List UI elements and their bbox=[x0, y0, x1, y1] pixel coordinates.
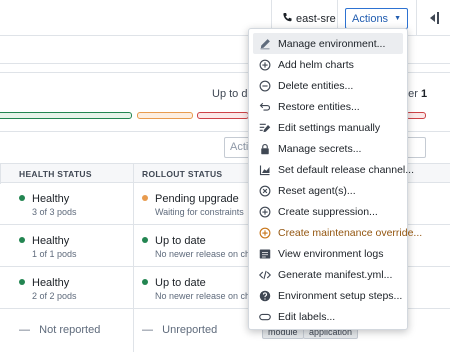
add-circle-icon bbox=[259, 206, 271, 218]
divider bbox=[133, 267, 134, 309]
menu-item-generate-manifest[interactable]: Generate manifest.yml... bbox=[253, 264, 403, 285]
dash-icon: — bbox=[142, 324, 163, 336]
menu-item-environment-setup-steps[interactable]: Environment setup steps... bbox=[253, 285, 403, 306]
add-circle-icon bbox=[259, 59, 271, 71]
edit-settings-icon bbox=[259, 122, 271, 134]
code-icon bbox=[259, 269, 271, 281]
rollout-cell: — Unreported bbox=[142, 324, 218, 336]
dash-icon: — bbox=[19, 324, 40, 336]
menu-item-add-helm-charts[interactable]: Add helm charts bbox=[253, 54, 403, 75]
actions-button[interactable]: Actions ▼ bbox=[345, 8, 408, 29]
menu-item-create-maintenance-override[interactable]: Create maintenance override... bbox=[253, 222, 422, 243]
menu-item-edit-labels[interactable]: Edit labels... bbox=[253, 306, 403, 327]
channel-icon bbox=[259, 164, 271, 176]
status-bar-error bbox=[197, 112, 249, 119]
status-bar-error-2 bbox=[406, 112, 426, 119]
menu-item-create-suppression[interactable]: Create suppression... bbox=[253, 201, 403, 222]
menu-item-set-default-release-channel[interactable]: Set default release channel... bbox=[253, 159, 414, 180]
environment-name: east-sre bbox=[296, 13, 336, 25]
collapse-panel-icon[interactable] bbox=[428, 11, 440, 25]
add-circle-icon bbox=[259, 227, 271, 239]
up-to-date-dot-icon bbox=[142, 237, 148, 244]
menu-item-manage-environment[interactable]: Manage environment... bbox=[253, 33, 403, 54]
healthy-dot-icon bbox=[19, 237, 25, 244]
menu-item-reset-agents[interactable]: Reset agent(s)... bbox=[253, 180, 403, 201]
divider bbox=[133, 225, 134, 267]
lock-icon bbox=[259, 143, 271, 155]
health-cell: Healthy 3 of 3 pods bbox=[19, 193, 77, 217]
menu-item-restore-entities[interactable]: Restore entities... bbox=[253, 96, 403, 117]
remove-circle-icon bbox=[259, 80, 271, 92]
pending-dot-icon bbox=[142, 195, 148, 202]
status-bar-healthy bbox=[0, 112, 132, 119]
column-header-rollout: ROLLOUT STATUS bbox=[142, 169, 223, 179]
divider bbox=[133, 164, 134, 184]
menu-item-delete-entities[interactable]: Delete entities... bbox=[253, 75, 403, 96]
health-cell: Healthy 2 of 2 pods bbox=[19, 277, 77, 301]
actions-menu: Manage environment... Add helm charts De… bbox=[248, 28, 422, 330]
actions-label: Actions bbox=[351, 12, 389, 25]
menu-item-view-environment-logs[interactable]: View environment logs bbox=[253, 243, 403, 264]
reset-icon bbox=[259, 185, 271, 197]
healthy-dot-icon bbox=[19, 279, 25, 286]
divider bbox=[133, 183, 134, 225]
healthy-dot-icon bbox=[19, 195, 25, 202]
environment-indicator[interactable]: east-sre bbox=[282, 12, 336, 26]
phone-icon bbox=[282, 12, 293, 26]
pencil-icon bbox=[259, 38, 271, 50]
menu-item-manage-secrets[interactable]: Manage secrets... bbox=[253, 138, 403, 159]
health-cell: Healthy 1 of 1 pods bbox=[19, 235, 77, 259]
menu-item-edit-settings-manually[interactable]: Edit settings manually bbox=[253, 117, 403, 138]
restore-icon bbox=[259, 101, 271, 113]
divider bbox=[416, 0, 417, 36]
divider bbox=[133, 309, 134, 352]
divider bbox=[0, 164, 1, 184]
status-bar-pending bbox=[137, 112, 193, 119]
help-icon bbox=[259, 290, 271, 302]
up-to-date-dot-icon bbox=[142, 279, 148, 286]
column-header-health: HEALTH STATUS bbox=[19, 169, 92, 179]
health-cell: — Not reported bbox=[19, 324, 101, 336]
label-icon bbox=[259, 311, 271, 323]
rollout-cell: Pending upgrade Waiting for constraints bbox=[142, 193, 244, 217]
caret-down-icon: ▼ bbox=[394, 15, 401, 22]
logs-icon bbox=[259, 248, 271, 260]
